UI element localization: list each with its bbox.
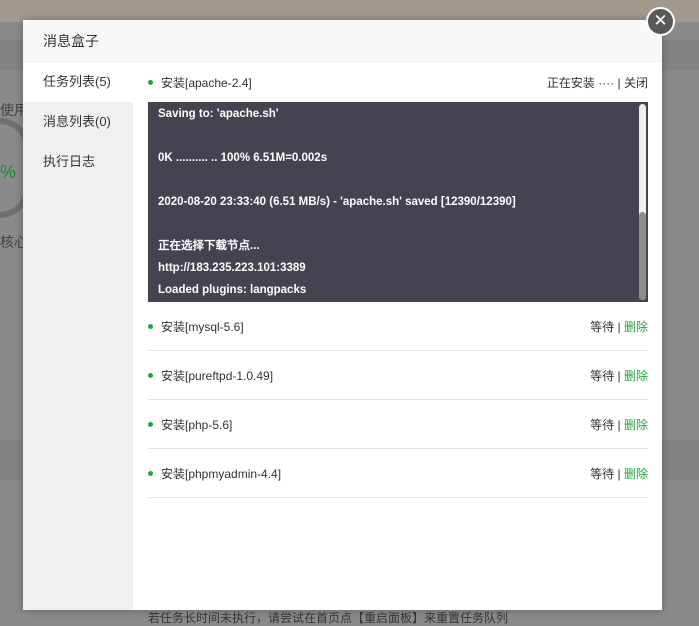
task-row: 安装[phpmyadmin-4.4] 等待 | 删除 <box>148 449 648 498</box>
current-task: 安装[apache-2.4] 正在安装 ···· | 关闭 <box>148 62 648 102</box>
console-line: Saving to: 'apache.sh' <box>158 108 279 120</box>
delete-task-link[interactable]: 删除 <box>624 369 648 383</box>
console-line: 2020-08-20 23:33:40 (6.51 MB/s) - 'apach… <box>158 196 516 208</box>
status-dot-icon <box>148 470 153 476</box>
task-name: 安装[apache-2.4] <box>161 75 252 90</box>
console-line: 0K .......... .. 100% 6.51M=0.002s <box>158 152 328 164</box>
modal-sidebar: 任务列表(5) 消息列表(0) 执行日志 <box>23 62 133 610</box>
sidebar-item-task-list[interactable]: 任务列表(5) <box>23 62 133 102</box>
task-name: 安装[mysql-5.6] <box>161 319 244 334</box>
sidebar-item-execution-log[interactable]: 执行日志 <box>23 142 133 182</box>
console-line: http://183.235.223.101:3389 <box>158 262 306 274</box>
close-icon[interactable]: ✕ <box>646 7 675 36</box>
console-line: Loaded plugins: langpacks <box>158 284 307 296</box>
task-status: 等待 <box>590 319 615 334</box>
status-dot-icon <box>148 323 153 329</box>
status-dot-icon <box>148 421 153 427</box>
delete-task-link[interactable]: 删除 <box>624 320 648 334</box>
delete-task-link[interactable]: 删除 <box>624 467 648 481</box>
status-dot-icon <box>148 372 153 378</box>
separator: | <box>614 319 624 334</box>
console-line: 正在选择下载节点... <box>158 240 260 252</box>
sidebar-item-message-list[interactable]: 消息列表(0) <box>23 102 133 142</box>
message-box-modal: 消息盒子 任务列表(5) 消息列表(0) 执行日志 安装[apache-2.4]… <box>23 20 662 625</box>
separator: | <box>614 417 624 432</box>
background-percent: % <box>0 162 17 182</box>
task-status: 等待 <box>590 417 615 432</box>
task-row: 安装[pureftpd-1.0.49] 等待 | 删除 <box>148 351 648 400</box>
task-name: 安装[pureftpd-1.0.49] <box>161 368 274 383</box>
task-row: 安装[php-5.6] 等待 | 删除 <box>148 400 648 449</box>
task-status: 等待 <box>590 466 615 481</box>
task-name: 安装[php-5.6] <box>161 417 233 432</box>
task-row: 安装[mysql-5.6] 等待 | 删除 <box>148 302 648 351</box>
delete-task-link[interactable]: 删除 <box>624 418 648 432</box>
console-scrollbar-thumb[interactable] <box>639 212 646 300</box>
task-status: 等待 <box>590 368 615 383</box>
task-status: 正在安装 ···· <box>546 75 615 90</box>
separator: | <box>614 466 624 481</box>
separator: | <box>614 368 624 383</box>
modal-title: 消息盒子 <box>23 20 662 62</box>
task-name: 安装[phpmyadmin-4.4] <box>161 466 282 481</box>
close-task-link[interactable]: 关闭 <box>624 76 648 90</box>
separator: | <box>614 75 624 90</box>
task-list: 安装[apache-2.4] 正在安装 ···· | 关闭 Saving to:… <box>148 62 648 625</box>
hint-text: 若任务长时间未执行，请尝试在首页点【重启面板】来重置任务队列 <box>148 611 509 625</box>
install-console: Saving to: 'apache.sh' 0K .......... .. … <box>148 102 648 302</box>
status-dot-icon <box>148 79 153 85</box>
background-header <box>0 0 699 22</box>
